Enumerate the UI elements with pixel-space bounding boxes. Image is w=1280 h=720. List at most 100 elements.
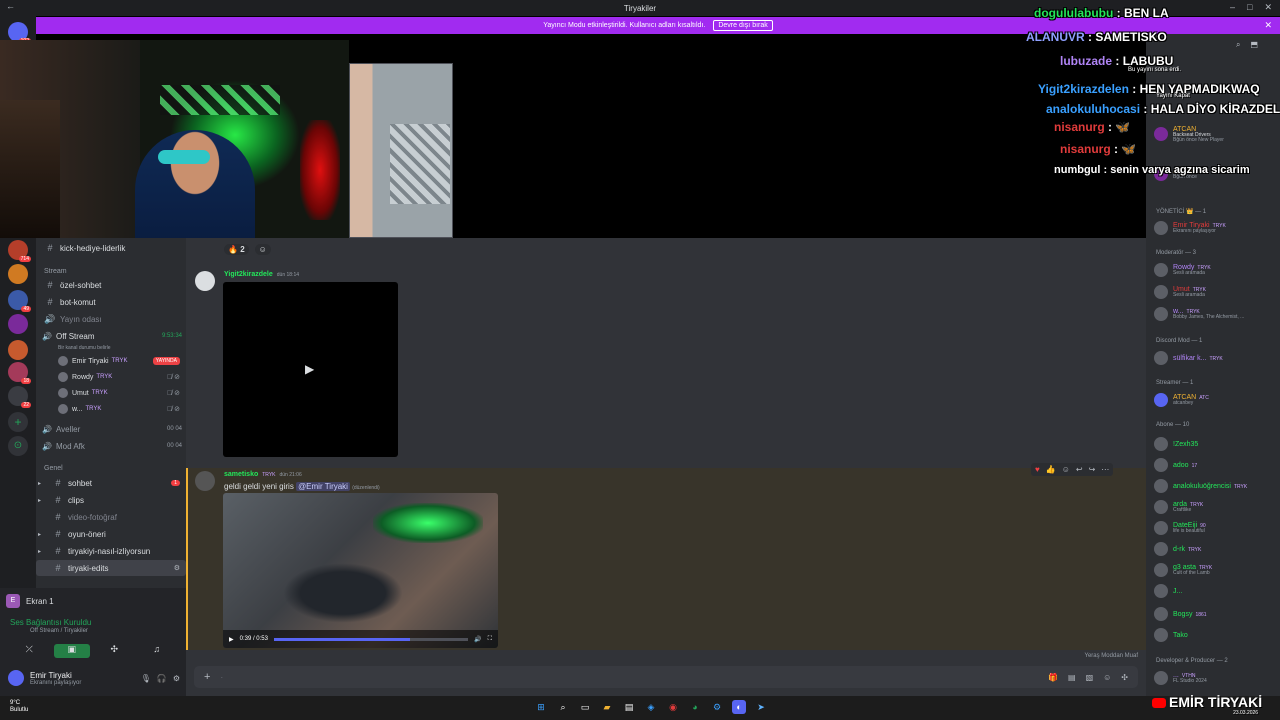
member-item[interactable]: ... VTHN FL Studio 2024 xyxy=(1154,670,1278,686)
voice-user[interactable]: Rowdy TRYK 🎙̸ ⊘ xyxy=(58,370,180,384)
close-icon[interactable]: ✕ xyxy=(1264,20,1272,31)
screen-share-icon[interactable]: ▣ xyxy=(53,644,90,658)
headphones-icon[interactable]: 🎧 xyxy=(157,674,167,683)
member-item[interactable]: Umut TRYK Sesli aramada xyxy=(1154,284,1278,300)
windows-start-icon[interactable]: ⊞ xyxy=(534,700,548,714)
channel-tiryaki-edits[interactable]: # tiryaki-edits ⚙ xyxy=(36,560,186,576)
member-item[interactable]: DateEiji 90 life is beautiful xyxy=(1154,520,1278,536)
message-input[interactable]: + · 🎁 ▤ ▧ ☺ ✣ xyxy=(194,666,1138,688)
member-item[interactable]: Emir Tiryaki TRYK Ekranını paylaşıyor xyxy=(1154,220,1278,236)
server-icon[interactable] xyxy=(8,340,28,360)
gif-icon[interactable]: ▤ xyxy=(1068,673,1076,682)
server-icon[interactable]: 18 xyxy=(8,362,31,384)
voice-location[interactable]: Off Stream / Tiryakiler xyxy=(30,628,88,634)
microphone-icon[interactable]: 🎙 xyxy=(141,674,151,683)
task-view-icon[interactable]: ▭ xyxy=(578,700,592,714)
channel-sohbet[interactable]: ▸ # sohbet 1 xyxy=(36,475,186,491)
settings-icon[interactable]: ⚙ xyxy=(174,564,180,572)
explore-icon[interactable]: ⊙ xyxy=(8,436,28,456)
member-item[interactable]: d-rk TRYK xyxy=(1154,541,1278,557)
soundboard-icon[interactable]: ♫ xyxy=(139,644,175,658)
fullscreen-icon[interactable]: ⛶ xyxy=(488,636,492,643)
thumbs-up-icon[interactable]: 👍 xyxy=(1046,465,1056,474)
channel-tiryakiyi-nasil-izliyorsun[interactable]: ▸ # tiryakiyi-nasıl-izliyorsun xyxy=(36,543,186,559)
reply-icon[interactable]: ↩ xyxy=(1076,465,1083,474)
member-item[interactable]: adoo 17 xyxy=(1154,457,1278,473)
file-explorer-icon[interactable]: ▰ xyxy=(600,700,614,714)
voice-user[interactable]: Emir Tiryaki TRYK YAYINDA xyxy=(58,354,180,368)
app-icon[interactable]: ◉ xyxy=(666,700,680,714)
server-icon[interactable]: 22 xyxy=(8,386,31,408)
message-author[interactable]: Yigit2kirazdele xyxy=(224,271,273,278)
server-icon[interactable]: 714 xyxy=(8,240,31,262)
volume-icon[interactable]: 🔊 xyxy=(474,636,481,643)
close-icon[interactable]: ✕ xyxy=(1264,2,1272,13)
settings-icon[interactable]: ⚙ xyxy=(710,700,724,714)
message-author[interactable]: sametisko xyxy=(224,471,258,478)
channel-video-fotograf[interactable]: # video-fotoğraf xyxy=(36,509,186,525)
forward-icon[interactable]: ↪ xyxy=(1089,465,1096,474)
reaction-fire[interactable]: 🔥 2 xyxy=(224,244,249,255)
mention[interactable]: @Emir Tiryaki xyxy=(296,482,350,491)
member-item[interactable]: Rowdy TRYK Sesli aramada xyxy=(1154,262,1278,278)
voice-status[interactable]: Bir kanal durumu belirle xyxy=(58,341,180,355)
channel-bot-komut[interactable]: # bot-komut xyxy=(36,294,186,310)
store-icon[interactable]: ▤ xyxy=(622,700,636,714)
voice-user[interactable]: Umut TRYK 🎙̸ ⊘ xyxy=(58,386,180,400)
search-icon[interactable]: ⌕ xyxy=(1236,40,1240,50)
member-item[interactable]: Tako xyxy=(1154,627,1278,643)
weather-widget[interactable]: 9°C Bulutlu xyxy=(10,700,28,713)
video-player[interactable]: ▶ 0:39 / 0:53 🔊 ⛶ xyxy=(223,493,498,648)
screen-share-row[interactable]: E Ekran 1 xyxy=(6,592,180,610)
server-icon[interactable] xyxy=(8,314,28,334)
gear-icon[interactable]: ⚙ xyxy=(173,674,180,683)
emoji-icon[interactable]: ☺ xyxy=(1103,673,1111,682)
channel-oyun-oneri[interactable]: ▸ # oyun-öneri xyxy=(36,526,186,542)
inbox-icon[interactable]: ⬒ xyxy=(1250,40,1258,50)
avatar[interactable] xyxy=(195,271,215,291)
add-reaction-icon[interactable]: ☺ xyxy=(1062,465,1070,474)
member-item[interactable]: w... TRYK Bobby James, The Alchemist, ... xyxy=(1154,306,1278,322)
voice-channel-aveller[interactable]: 🔊 Aveller 00 04 xyxy=(42,422,182,436)
member-item[interactable]: J... xyxy=(1154,583,1278,599)
heart-reaction-icon[interactable]: ♥ xyxy=(1035,465,1040,474)
category-genel[interactable]: Genel xyxy=(44,465,63,472)
maximize-icon[interactable]: □ xyxy=(1247,2,1252,13)
add-reaction-icon[interactable]: ☺ xyxy=(254,244,271,255)
add-server-icon[interactable]: + xyxy=(8,412,28,432)
member-item[interactable]: arda TRYK Craftlike xyxy=(1154,499,1278,515)
channel-yayin-odasi[interactable]: 🔊 Yayın odası xyxy=(36,311,186,327)
discord-icon[interactable]: ◐ xyxy=(732,700,746,714)
apps-icon[interactable]: ✣ xyxy=(1121,673,1128,682)
channel-clips[interactable]: ▸ # clips xyxy=(36,492,186,508)
server-icon[interactable]: 49 xyxy=(8,290,31,312)
more-icon[interactable]: ⋯ xyxy=(1101,465,1109,474)
channel-kick-hediye[interactable]: # kick-hediye-liderlik xyxy=(36,240,186,256)
sticker-icon[interactable]: ▧ xyxy=(1086,673,1094,682)
disable-streamer-mode-button[interactable]: Devre dışı bırak xyxy=(713,20,773,31)
member-item[interactable]: g3 asta TRYK Cult of the Lamb xyxy=(1154,562,1278,578)
voice-connected-label[interactable]: Ses Bağlantısı Kuruldu xyxy=(10,618,91,627)
play-icon[interactable]: ▶ xyxy=(229,636,234,643)
app-icon[interactable]: ➤ xyxy=(754,700,768,714)
add-attachment-icon[interactable]: + xyxy=(204,671,210,683)
member-item[interactable]: sülfikar k... TRYK xyxy=(1154,350,1278,366)
play-icon[interactable]: ▶ xyxy=(305,362,314,376)
channel-ozel-sohbet[interactable]: # özel-sohbet xyxy=(36,277,186,293)
member-item[interactable]: !Zexh35 xyxy=(1154,436,1278,452)
current-user[interactable]: Emir Tiryaki Ekranını paylaşıyor 🎙 🎧 ⚙ xyxy=(8,668,180,688)
category-stream[interactable]: Stream xyxy=(44,268,67,275)
voice-channel-mod-afk[interactable]: 🔊 Mod Afk 00 04 xyxy=(42,439,182,453)
voice-user[interactable]: w... TRYK 🎙̸ ⊘ xyxy=(58,402,180,416)
chrome-icon[interactable]: ◕ xyxy=(688,700,702,714)
discord-home-icon[interactable]: 102 xyxy=(8,22,31,44)
member-item[interactable]: Bogsy 1861 xyxy=(1154,606,1278,622)
search-icon[interactable]: ⌕ xyxy=(556,700,570,714)
disconnect-icon[interactable]: ⤫ xyxy=(11,644,47,658)
server-icon[interactable] xyxy=(8,264,28,284)
member-item[interactable]: ATCAN ATC atcanbey xyxy=(1154,392,1278,408)
video-attachment[interactable]: ▶ xyxy=(223,282,398,457)
back-arrow-icon[interactable]: ← xyxy=(6,1,15,11)
gift-icon[interactable]: 🎁 xyxy=(1048,673,1058,682)
video-progress-bar[interactable] xyxy=(273,637,469,641)
